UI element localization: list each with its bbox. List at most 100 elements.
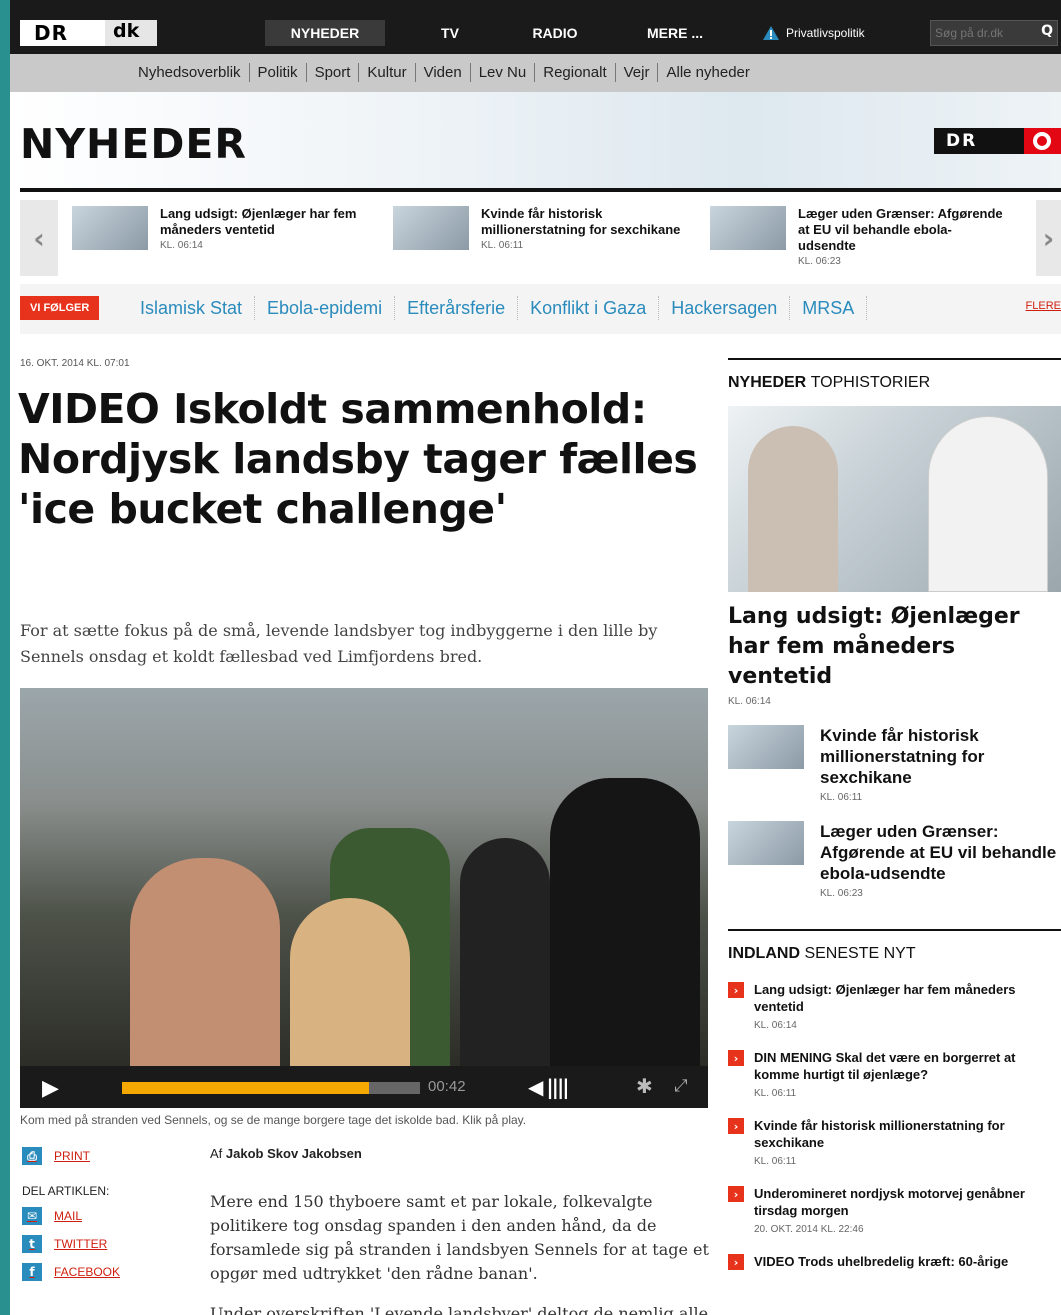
video-progress-fill [122,1082,370,1094]
carousel-thumbnail [393,206,469,250]
author-name[interactable]: Jakob Skov Jakobsen [226,1146,362,1161]
search-box: Q [930,20,1058,46]
news-list-item[interactable]: › Kvinde får historisk millionerstatning … [728,1117,1061,1167]
latest-news-heading: INDLAND SENESTE NYT [728,929,1061,963]
more-tags-link[interactable]: FLERE [1026,300,1061,312]
small-story-thumbnail [728,821,804,865]
follow-tag[interactable]: Ebola-epidemi [255,296,396,320]
article-headline: VIDEO Iskoldt sammenhold: Nordjysk lands… [18,385,698,533]
small-story-time: KL. 06:23 [820,888,863,899]
body-paragraph: Under overskriften 'Levende landsbyer' d… [210,1304,709,1315]
twitter-link[interactable]: t TWITTER [22,1230,182,1258]
settings-gear-icon[interactable]: ✱ [636,1074,653,1098]
subnav-item[interactable]: Politik [250,63,307,82]
carousel-next-icon[interactable]: › [1036,200,1061,276]
news-list-item[interactable]: › Lang udsigt: Øjenlæger har fem måneders… [728,981,1061,1031]
small-story[interactable]: Læger uden Grænser: Afgørende at EU vil … [728,821,1061,899]
subnav-item[interactable]: Alle nyheder [658,63,757,82]
print-link[interactable]: ⎙ PRINT [22,1142,182,1170]
news-title: DIN MENING Skal det være en borgerret at… [754,1050,1016,1082]
carousel-title: Lang udsigt: Øjenlæger har fem måneders … [160,206,357,237]
follow-tag[interactable]: Efterårsferie [395,296,519,320]
small-story-title: Læger uden Grænser: Afgørende at EU vil … [820,822,1057,883]
subnav-item[interactable]: Vejr [616,63,659,82]
mail-link[interactable]: ✉ MAIL [22,1202,182,1230]
top-story-title[interactable]: Lang udsigt: Øjenlæger har fem måneders … [728,602,1061,692]
heading-light: SENESTE NYT [804,945,916,962]
carousel-title: Kvinde får historisk millionerstatning f… [481,206,681,237]
nav-radio[interactable]: RADIO [515,20,595,46]
arrow-icon: › [728,1118,744,1134]
banner-logo-text: DR [946,131,978,151]
news-list-item[interactable]: › VIDEO Trods uhelbredelig kræft: 60-årig… [728,1253,1061,1270]
heading-bold: INDLAND [728,945,800,962]
warning-icon [763,26,779,40]
small-story-title: Kvinde får historisk millionerstatning f… [820,726,985,787]
fullscreen-icon[interactable]: ⤢ [674,1076,688,1096]
subnav-item[interactable]: Viden [416,63,471,82]
news-title: VIDEO Trods uhelbredelig kræft: 60-årige [754,1254,1009,1269]
privacy-label: Privatlivspolitik [786,26,865,40]
dk-logo-text: dk [113,20,140,42]
follow-tag[interactable]: Hackersagen [659,296,791,320]
heading-light: TOPHISTORIER [810,374,931,391]
carousel-thumbnail [710,206,786,250]
news-title: Kvinde får historisk millionerstatning f… [754,1118,1005,1150]
nav-nyheder[interactable]: NYHEDER [265,20,385,46]
top-bar: DR dk NYHEDER TV RADIO MERE ... Privatli… [10,0,1061,54]
news-time: KL. 06:11 [754,1088,797,1099]
carousel-title: Læger uden Grænser: Afgørende at EU vil … [798,206,1003,253]
small-story-time: KL. 06:11 [820,792,863,803]
nav-tv[interactable]: TV [415,20,485,46]
play-icon[interactable]: ▶ [42,1076,59,1101]
dr-logo[interactable]: DR [20,20,105,46]
top-story-image[interactable] [728,406,1061,592]
carousel-time: KL. 06:14 [160,240,203,251]
news-title: Lang udsigt: Øjenlæger har fem måneders … [754,982,1016,1014]
dr-banner-logo[interactable]: DR [934,128,1024,154]
byline: Af Jakob Skov Jakobsen [210,1146,362,1161]
subnav-item[interactable]: Regionalt [535,63,616,82]
small-story-thumbnail [728,725,804,769]
news-list-item[interactable]: › DIN MENING Skal det være en borgerret a… [728,1049,1061,1099]
sidebar: NYHEDER TOPHISTORIER Lang udsigt: Øjenlæ… [728,358,1061,1270]
print-label: PRINT [54,1149,90,1163]
subnav-item[interactable]: Kultur [359,63,416,82]
follow-label: VI FØLGER [20,296,100,320]
follow-tag[interactable]: Konflikt i Gaza [518,296,660,320]
video-player[interactable] [20,688,708,1066]
video-caption: Kom med på stranden ved Sennels, og se d… [20,1113,527,1127]
nav-mere[interactable]: MERE ... [630,20,720,46]
video-progress-bar[interactable] [122,1082,420,1094]
carousel-prev-icon[interactable]: ‹ [20,200,58,276]
dr-logo-text: DR [34,21,69,45]
search-icon[interactable]: Q [1041,23,1053,39]
article-date: 16. OKT. 2014 KL. 07:01 [20,358,130,369]
news-list-item[interactable]: › Underomineret nordjysk motorvej genåbne… [728,1185,1061,1235]
facebook-icon: f [22,1263,42,1281]
carousel-thumbnail [72,206,148,250]
small-story[interactable]: Kvinde får historisk millionerstatning f… [728,725,1061,803]
twitter-icon: t [22,1235,42,1253]
dk-logo[interactable]: dk [105,20,157,46]
privacy-link[interactable]: Privatlivspolitik [762,20,865,46]
volume-icon[interactable]: ◀ |||| [528,1075,570,1099]
top-story-time: KL. 06:14 [728,696,771,707]
follow-tag[interactable]: MRSA [790,296,868,320]
sub-navigation: Nyhedsoverblik Politik Sport Kultur Vide… [10,54,1061,92]
follow-tag[interactable]: Islamisk Stat [128,296,256,320]
news-time: 20. OKT. 2014 KL. 22:46 [754,1224,864,1235]
headline-carousel: ‹ Lang udsigt: Øjenlæger har fem måneder… [20,192,1061,284]
facebook-link[interactable]: f FACEBOOK [22,1258,182,1286]
search-input[interactable] [935,24,1035,42]
subnav-item[interactable]: Sport [307,63,360,82]
page: DR dk NYHEDER TV RADIO MERE ... Privatli… [10,0,1061,1315]
subnav-item[interactable]: Nyhedsoverblik [130,63,250,82]
section-banner: NYHEDER DR [10,92,1061,188]
printer-icon: ⎙ [22,1147,42,1165]
article-tools: ⎙ PRINT DEL ARTIKLEN: ✉ MAIL t TWITTER f FAC… [22,1142,182,1286]
subnav-item[interactable]: Lev Nu [471,63,536,82]
byline-prefix: Af [210,1146,223,1161]
article-lede: For at sætte fokus på de små, levende la… [20,621,658,666]
carousel-time: KL. 06:23 [798,256,841,267]
